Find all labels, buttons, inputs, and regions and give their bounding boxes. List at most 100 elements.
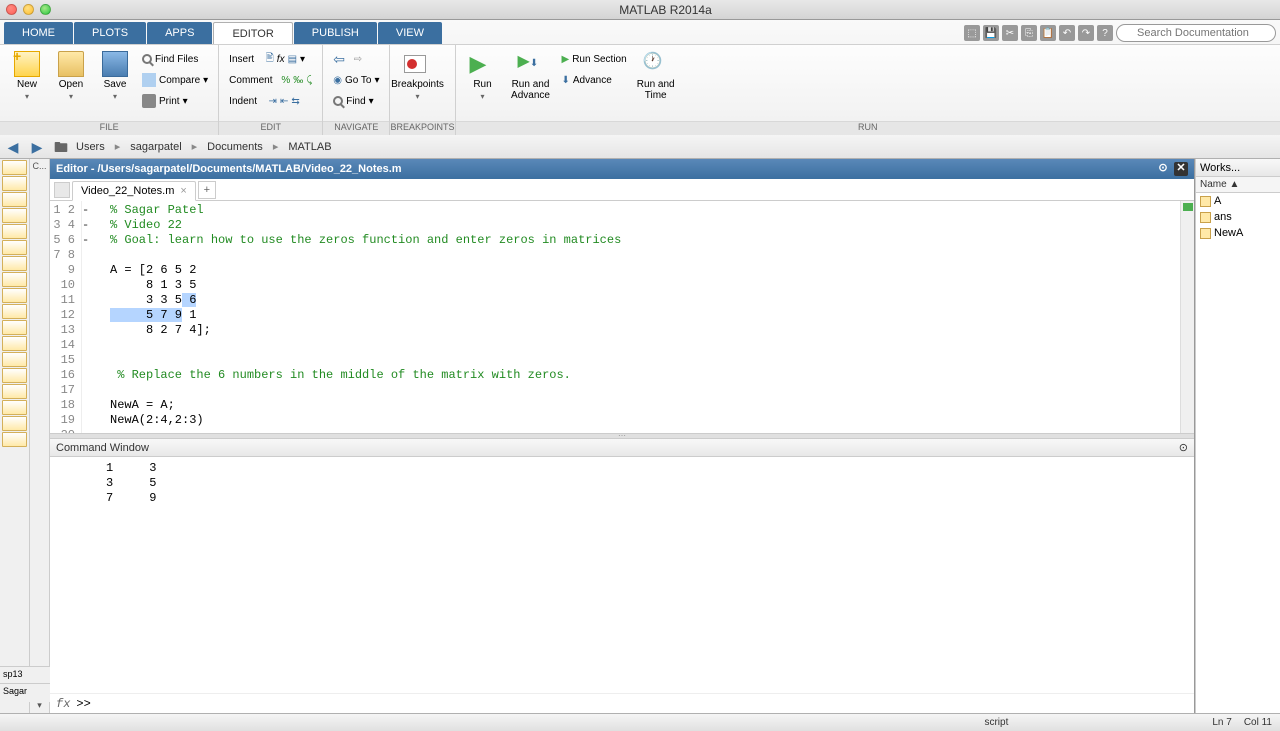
line-numbers: 1 2 3 4 5 6 7 8 9 10 11 12 13 14 15 16 1… — [50, 201, 82, 433]
nav-arrows[interactable]: ⇦ ⇨ — [329, 49, 383, 69]
tab-publish[interactable]: PUBLISH — [294, 22, 377, 44]
run-icon: ▶ — [470, 51, 496, 77]
sp13-tab[interactable]: sp13 — [0, 666, 50, 683]
run-button[interactable]: ▶Run▾ — [462, 49, 504, 101]
advance-button[interactable]: ⬇Advance — [558, 70, 631, 90]
status-line: Ln 7 — [1212, 717, 1231, 728]
breakpoints-icon — [404, 51, 430, 77]
qat-redo-icon[interactable]: ↷ — [1078, 25, 1094, 41]
compare-button[interactable]: Compare ▾ — [138, 70, 212, 90]
workspace-panel: Works... Name ▲ A ans NewA — [1195, 159, 1280, 713]
workspace-header[interactable]: Name ▲ — [1196, 177, 1280, 193]
file-thumb-list[interactable] — [0, 159, 30, 713]
bottom-left-tabs: sp13 Sagar — [0, 666, 50, 702]
group-edit: Insert 🖹 fx ▤ ▾ Comment % ‰ ⤹ Indent ⇥ ⇤… — [219, 45, 323, 135]
main-area: C...▾ Editor - /Users/sagarpatel/Documen… — [0, 159, 1280, 713]
ribbon-tabs: HOME PLOTS APPS EDITOR PUBLISH VIEW ⬚ 💾 … — [0, 20, 1280, 44]
address-bar: ◀ ▶ 🖿 ▸ Users▸ sagarpatel▸ Documents▸ MA… — [0, 135, 1280, 159]
crumb[interactable]: Users — [76, 141, 105, 153]
qat-copy-icon[interactable]: ⎘ — [1021, 25, 1037, 41]
runsection-button[interactable]: ▶Run Section — [558, 49, 631, 69]
runtime-button[interactable]: 🕐Run and Time — [633, 49, 679, 101]
search-input[interactable] — [1116, 24, 1276, 42]
save-icon — [102, 51, 128, 77]
qat-help-icon[interactable]: ? — [1097, 25, 1113, 41]
editor-tabs: Video_22_Notes.m× + — [50, 179, 1194, 201]
qat-icon[interactable]: ⬚ — [964, 25, 980, 41]
window-title: MATLAB R2014a — [51, 3, 1280, 17]
findfiles-button[interactable]: Find Files — [138, 49, 212, 69]
print-button[interactable]: Print ▾ — [138, 91, 212, 111]
collapsed-panel[interactable]: C...▾ — [30, 159, 50, 713]
find-icon-2 — [333, 96, 343, 106]
command-prompt[interactable]: fx>> — [50, 693, 1194, 713]
left-sidebar: C...▾ — [0, 159, 50, 713]
var-icon — [1200, 212, 1211, 223]
code-indicator[interactable] — [1180, 201, 1194, 433]
breakpoints-button[interactable]: Breakpoints▾ — [396, 49, 438, 101]
status-type: script — [984, 717, 1008, 728]
find-icon — [142, 54, 152, 64]
workspace-title: Works... — [1196, 159, 1280, 177]
center-panel: Editor - /Users/sagarpatel/Documents/MAT… — [50, 159, 1195, 713]
qat-paste-icon[interactable]: 📋 — [1040, 25, 1056, 41]
zoom-window[interactable] — [40, 4, 51, 15]
workspace-var[interactable]: ans — [1196, 209, 1280, 225]
group-file: New▾ Open▾ Save▾ Find Files Compare ▾ Pr… — [0, 45, 219, 135]
insert-button[interactable]: Insert 🖹 fx ▤ ▾ — [225, 49, 316, 69]
save-button[interactable]: Save▾ — [94, 49, 136, 101]
minimize-icon[interactable]: ⊙ — [1156, 162, 1170, 176]
open-button[interactable]: Open▾ — [50, 49, 92, 101]
qat-cut-icon[interactable]: ✂ — [1002, 25, 1018, 41]
new-button[interactable]: New▾ — [6, 49, 48, 101]
group-run: ▶Run▾ ▶⬇Run and Advance ▶Run Section ⬇Ad… — [456, 45, 1280, 135]
tab-plots[interactable]: PLOTS — [74, 22, 146, 44]
fwd-button[interactable]: ▶ — [28, 138, 46, 156]
back-button[interactable]: ◀ — [4, 138, 22, 156]
close-tab-icon[interactable]: × — [180, 181, 186, 201]
editor-body: 1 2 3 4 5 6 7 8 9 10 11 12 13 14 15 16 1… — [50, 201, 1194, 433]
cw-menu-icon[interactable]: ⊙ — [1179, 439, 1188, 456]
quick-access: ⬚ 💾 ✂ ⎘ 📋 ↶ ↷ ? — [964, 22, 1280, 44]
titlebar: MATLAB R2014a — [0, 0, 1280, 20]
group-navigate: ⇦ ⇨ ◉Go To ▾ Find ▾ NAVIGATE — [323, 45, 390, 135]
tab-home[interactable]: HOME — [4, 22, 73, 44]
sagar-tab[interactable]: Sagar — [0, 683, 50, 700]
code-area[interactable]: % Sagar Patel % Video 22 % Goal: learn h… — [102, 201, 1180, 433]
runadvance-button[interactable]: ▶⬇Run and Advance — [506, 49, 556, 101]
find-button[interactable]: Find ▾ — [329, 91, 383, 111]
workspace-var[interactable]: NewA — [1196, 225, 1280, 241]
tab-view[interactable]: VIEW — [378, 22, 442, 44]
add-tab-button[interactable]: + — [198, 181, 216, 199]
editor-titlebar: Editor - /Users/sagarpatel/Documents/MAT… — [50, 159, 1194, 179]
workspace-var[interactable]: A — [1196, 193, 1280, 209]
indent-button[interactable]: Indent ⇥ ⇤ ⇆ — [225, 91, 316, 111]
runadv-icon: ▶⬇ — [518, 51, 544, 77]
close-window[interactable] — [6, 4, 17, 15]
ribbon: HOME PLOTS APPS EDITOR PUBLISH VIEW ⬚ 💾 … — [0, 20, 1280, 135]
up-icon[interactable]: 🖿 ▸ — [52, 138, 70, 156]
runtime-icon: 🕐 — [643, 51, 669, 77]
tab-apps[interactable]: APPS — [147, 22, 212, 44]
breakpoint-gutter[interactable]: - - - — [82, 201, 102, 433]
toolbar: New▾ Open▾ Save▾ Find Files Compare ▾ Pr… — [0, 44, 1280, 134]
status-bar: script Ln 7 Col 11 — [0, 713, 1280, 731]
crumb[interactable]: sagarpatel — [130, 141, 181, 153]
close-icon[interactable]: ✕ — [1174, 162, 1188, 176]
command-window-output[interactable]: 1 3 3 5 7 9 — [50, 457, 1194, 693]
crumb[interactable]: Documents — [207, 141, 263, 153]
window-controls — [6, 4, 51, 15]
open-icon — [58, 51, 84, 77]
var-icon — [1200, 196, 1211, 207]
tab-editor[interactable]: EDITOR — [213, 22, 292, 44]
new-icon — [14, 51, 40, 77]
comment-button[interactable]: Comment % ‰ ⤹ — [225, 70, 316, 90]
fx-icon: fx — [56, 697, 70, 711]
qat-undo-icon[interactable]: ↶ — [1059, 25, 1075, 41]
minimize-window[interactable] — [23, 4, 34, 15]
file-tab[interactable]: Video_22_Notes.m× — [72, 181, 196, 201]
command-window-title: Command Window⊙ — [50, 439, 1194, 457]
qat-save-icon[interactable]: 💾 — [983, 25, 999, 41]
goto-button[interactable]: ◉Go To ▾ — [329, 70, 383, 90]
crumb[interactable]: MATLAB — [288, 141, 331, 153]
